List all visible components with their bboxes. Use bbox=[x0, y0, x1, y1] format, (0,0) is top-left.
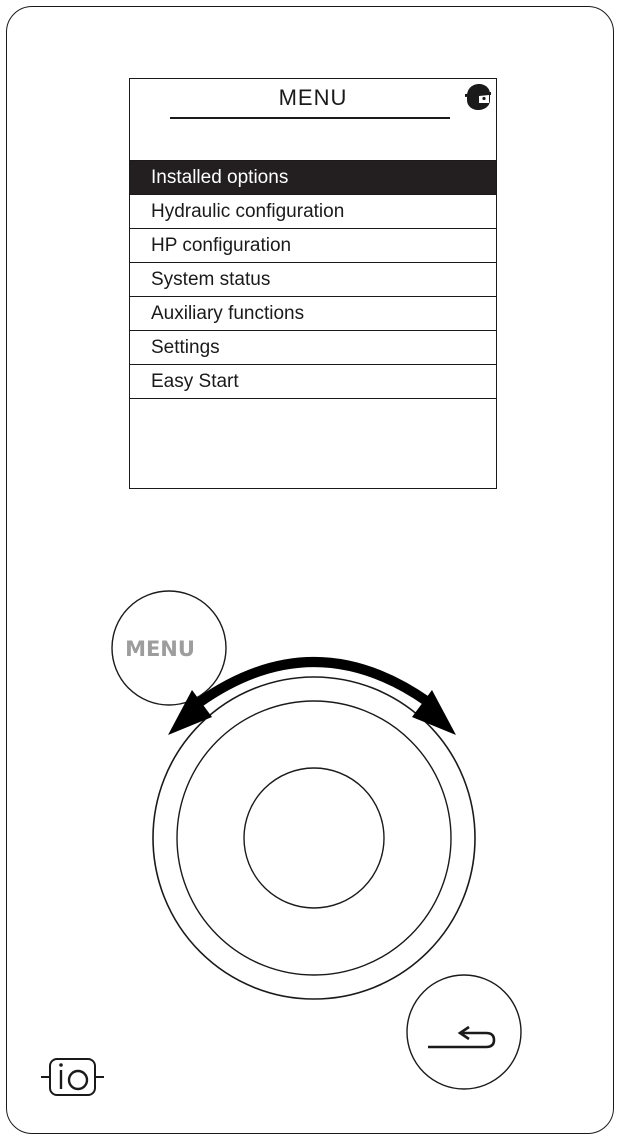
knob-center-button bbox=[243, 767, 385, 909]
menu-item-empty bbox=[130, 398, 496, 436]
display-screen: MENU Installed options Hydraulic configu… bbox=[129, 78, 497, 489]
menu-button[interactable]: MENU bbox=[111, 590, 227, 706]
menu-item-hp-configuration[interactable]: HP configuration bbox=[130, 228, 496, 262]
io-logo bbox=[41, 1058, 104, 1096]
menu-list: Installed options Hydraulic configuratio… bbox=[130, 160, 496, 436]
rotary-knob[interactable] bbox=[152, 676, 476, 1000]
menu-button-label: MENU bbox=[125, 637, 195, 661]
menu-item-installed-options[interactable]: Installed options bbox=[130, 160, 496, 194]
menu-item-easy-start[interactable]: Easy Start bbox=[130, 364, 496, 398]
menu-item-settings[interactable]: Settings bbox=[130, 330, 496, 364]
title-underline bbox=[170, 117, 450, 119]
user-profile-icon bbox=[465, 84, 491, 110]
menu-item-hydraulic-configuration[interactable]: Hydraulic configuration bbox=[130, 194, 496, 228]
menu-item-system-status[interactable]: System status bbox=[130, 262, 496, 296]
menu-item-auxiliary-functions[interactable]: Auxiliary functions bbox=[130, 296, 496, 330]
back-button[interactable] bbox=[406, 974, 522, 1090]
screen-title: MENU bbox=[278, 85, 348, 110]
